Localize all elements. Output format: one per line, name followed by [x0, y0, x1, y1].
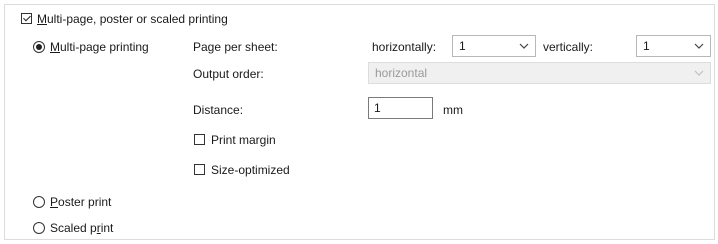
chevron-down-icon — [519, 43, 529, 49]
chevron-down-icon — [694, 70, 704, 76]
print-margin-checkbox[interactable] — [194, 134, 205, 145]
output-order-label: Output order: — [193, 67, 264, 81]
radio-multi-page-printing[interactable] — [33, 41, 45, 53]
multipage-poster-scaled-checkbox[interactable] — [21, 13, 32, 24]
distance-label: Distance: — [193, 103, 244, 117]
horizontally-select-value: 1 — [459, 39, 466, 53]
vertically-select[interactable]: 1 — [636, 35, 711, 57]
size-optimized-label: Size-optimized — [211, 163, 290, 177]
multipage-settings-panel: Multi-page, poster or scaled printing Mu… — [4, 4, 715, 240]
multipage-poster-scaled-label: Multi-page, poster or scaled printing — [37, 12, 228, 26]
radio-scaled-print-label: Scaled print — [50, 221, 114, 235]
horizontally-select[interactable]: 1 — [452, 35, 536, 57]
print-margin-label: Print margin — [211, 133, 276, 147]
radio-multi-page-printing-label: Multi-page printing — [50, 40, 149, 54]
radio-poster-print-label: Poster print — [50, 195, 112, 209]
vertically-label: vertically: — [543, 40, 594, 54]
radio-poster-print-row[interactable]: Poster print — [31, 194, 151, 210]
vertically-select-value: 1 — [643, 39, 650, 53]
chevron-down-icon — [694, 43, 704, 49]
distance-input-value: 1 — [374, 101, 381, 115]
size-optimized-checkbox[interactable] — [194, 164, 205, 175]
radio-scaled-print[interactable] — [33, 222, 45, 234]
output-order-select-value: horizontal — [375, 66, 428, 80]
distance-unit: mm — [443, 103, 463, 117]
output-order-select[interactable]: horizontal — [368, 62, 711, 84]
page-per-sheet-label: Page per sheet: — [193, 40, 278, 54]
size-optimized-row[interactable]: Size-optimized — [193, 162, 323, 178]
print-margin-row[interactable]: Print margin — [193, 132, 323, 148]
horizontally-label: horizontally: — [372, 40, 437, 54]
radio-poster-print[interactable] — [33, 196, 45, 208]
radio-multi-page-printing-row[interactable]: Multi-page printing — [31, 39, 191, 55]
distance-input[interactable]: 1 — [368, 97, 433, 119]
radio-scaled-print-row[interactable]: Scaled print — [31, 220, 151, 236]
multipage-poster-scaled-checkbox-row[interactable]: Multi-page, poster or scaled printing — [18, 11, 258, 27]
